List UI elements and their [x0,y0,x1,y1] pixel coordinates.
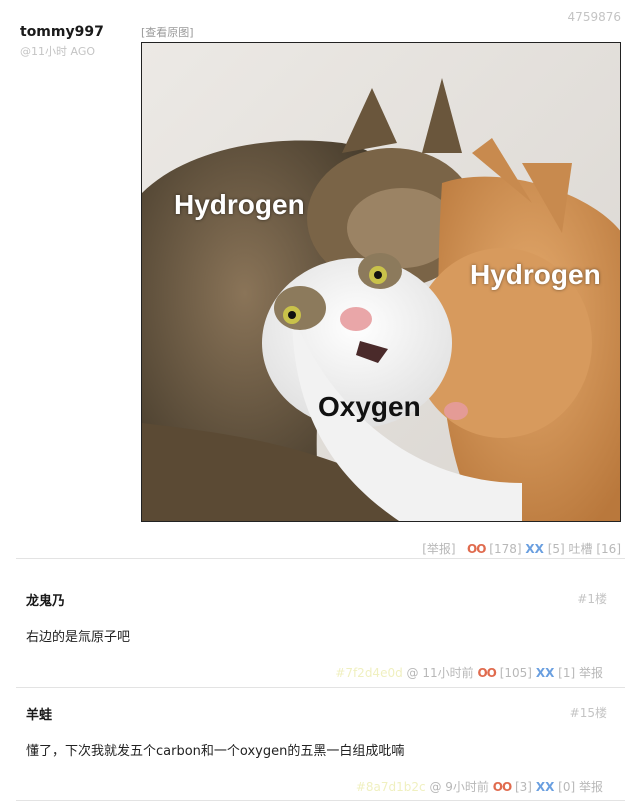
post-time: @11小时 AGO [20,45,96,58]
report-button[interactable]: 举报 [579,666,603,680]
oo-button[interactable]: OO [493,780,512,794]
comment-author[interactable]: 羊蛙 [26,704,52,723]
comment-floor: #1楼 [577,592,607,606]
xx-button[interactable]: XX [536,666,555,680]
caption-oxygen: Oxygen [318,391,421,422]
oo-count: [105] [499,666,532,680]
comment-uid: #7f2d4e0d [335,666,403,680]
xx-button[interactable]: XX [536,780,555,794]
comment-meta: #8a7d1b2c @ 9小时前 OO [3] XX [0] 举报 [356,778,603,795]
at-sign: @ [429,780,442,794]
comment-uid: #8a7d1b2c [355,780,426,794]
xx-count: [1] [558,666,576,680]
caption-hydrogen-left: Hydrogen [174,189,305,220]
caption-hydrogen-right: Hydrogen [470,259,601,290]
view-original-link[interactable]: [查看原图] [141,24,194,40]
comment-author[interactable]: 龙鬼乃 [26,590,65,609]
comment-meta: #7f2d4e0d @ 11小时前 OO [105] XX [1] 举报 [335,664,603,681]
post-image[interactable]: Hydrogen Hydrogen Oxygen [141,42,621,522]
xx-button[interactable]: XX [525,542,544,556]
comment-text: 右边的是氚原子吧 [26,630,131,645]
comment-text: 懂了，下次我就发五个carbon和一个oxygen的五黑一白组成吡喃 [26,744,405,759]
post-action-bar: [举报] OO [178] XX [5] 吐槽 [16] [422,540,621,557]
at-sign: @ [406,666,419,680]
oo-button[interactable]: OO [477,666,496,680]
comment-time: 9小时前 [445,780,489,794]
oo-count: [178] [489,542,522,556]
xx-count: [0] [558,780,576,794]
tucao-button[interactable]: 吐槽 [16] [569,542,621,556]
post-author[interactable]: tommy997 [20,24,104,40]
comment-floor: #15楼 [569,706,607,720]
divider [16,687,625,688]
oo-button[interactable]: OO [467,542,486,556]
xx-count: [5] [547,542,565,556]
post-id: 4759876 [567,10,621,24]
comment-time: 11小时前 [422,666,474,680]
divider [16,800,625,801]
divider [16,558,625,559]
oo-count: [3] [514,780,532,794]
report-button[interactable]: 举报 [579,780,603,794]
report-button[interactable]: [举报] [422,542,455,556]
